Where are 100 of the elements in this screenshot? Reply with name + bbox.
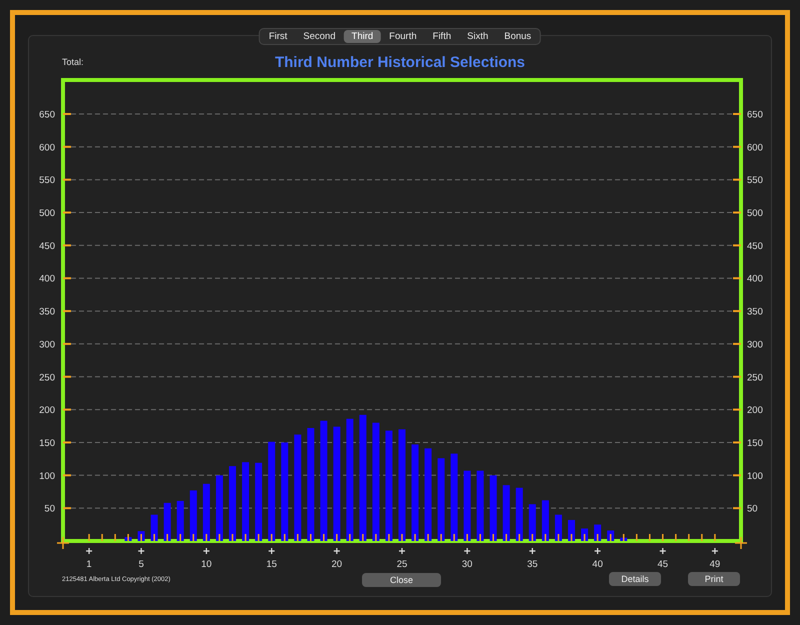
plus-tick-icon	[594, 547, 602, 555]
tick-mark	[532, 534, 534, 541]
action-button[interactable]: Print	[688, 572, 740, 586]
tick-mark	[479, 534, 481, 541]
tick-mark	[518, 534, 520, 541]
tick-mark	[596, 534, 598, 541]
tick-mark	[733, 507, 741, 510]
tick-mark	[662, 534, 664, 541]
tick-mark	[232, 534, 234, 541]
tick-mark	[63, 113, 71, 115]
corner-cross-icon	[56, 536, 70, 550]
plus-tick-icon	[398, 547, 406, 555]
tab[interactable]: Third	[344, 30, 382, 43]
tick-mark	[733, 244, 741, 246]
y-axis-label: 450	[747, 240, 763, 252]
tick-mark	[270, 534, 272, 541]
tick-mark	[63, 146, 71, 148]
tab[interactable]: First	[260, 30, 296, 43]
y-axis-label: 350	[39, 306, 55, 318]
tick-mark	[63, 178, 71, 181]
bar	[202, 484, 210, 541]
tick-mark	[427, 534, 429, 541]
x-axis-label: 20	[332, 559, 342, 568]
corner-cross-icon	[734, 536, 748, 550]
tick-mark	[506, 534, 508, 541]
tick-mark	[675, 534, 677, 541]
tick-mark	[466, 534, 468, 541]
y-axis-label: 350	[747, 306, 763, 318]
bar	[542, 500, 549, 541]
tick-mark	[570, 534, 572, 541]
y-axis-label: 100	[39, 470, 55, 482]
y-axis-label: 600	[747, 142, 763, 154]
tick-mark	[558, 534, 560, 541]
tab[interactable]: Second	[295, 30, 344, 43]
x-axis-label: 45	[657, 559, 668, 568]
tick-mark	[63, 212, 71, 214]
tick-mark	[733, 277, 741, 280]
tick-mark	[375, 534, 377, 541]
bar	[502, 485, 510, 541]
bar	[568, 520, 575, 541]
tick-mark	[544, 534, 546, 541]
y-axis-label: 200	[39, 405, 55, 416]
tick-mark	[388, 534, 390, 541]
tick-mark	[733, 178, 741, 181]
tab[interactable]: Fourth	[381, 30, 425, 43]
y-axis-label: 150	[39, 438, 55, 449]
tick-mark	[440, 534, 442, 541]
bar	[516, 488, 523, 541]
chart-title: Third Number Historical Selections	[274, 54, 526, 70]
tick-mark	[218, 534, 220, 541]
tick-mark	[180, 534, 182, 541]
tick-mark	[733, 342, 741, 345]
tick-mark	[733, 212, 741, 214]
x-axis-label: 35	[527, 559, 538, 568]
tab[interactable]: Bonus	[496, 30, 540, 43]
tab[interactable]: Sixth	[459, 30, 496, 43]
bar	[528, 504, 536, 541]
y-axis-label: 100	[747, 470, 763, 482]
y-axis-label: 600	[39, 142, 55, 154]
tick-mark	[206, 534, 208, 541]
tick-mark	[362, 534, 364, 541]
x-axis-label: 15	[266, 559, 277, 568]
y-axis-label: 250	[747, 372, 763, 384]
bar	[164, 502, 171, 541]
x-axis-label: 25	[396, 559, 408, 568]
y-axis-label: 150	[747, 438, 763, 449]
tick-mark	[453, 534, 455, 541]
tick-mark	[154, 534, 156, 541]
y-axis-label: 550	[39, 175, 55, 186]
tick-mark	[63, 277, 71, 280]
tab[interactable]: Fifth	[424, 30, 460, 43]
tick-mark	[733, 441, 741, 444]
tick-mark	[166, 534, 168, 541]
tick-mark	[323, 534, 325, 541]
tick-mark	[733, 113, 741, 115]
close-button[interactable]: Close	[362, 573, 441, 587]
tick-mark	[114, 534, 116, 541]
plus-tick-icon	[333, 547, 340, 555]
y-axis-label: 650	[39, 110, 55, 120]
bar	[476, 470, 484, 541]
plus-tick-icon	[464, 547, 471, 555]
y-axis-label: 500	[39, 208, 55, 220]
tick-mark	[296, 534, 298, 541]
total-label: Total:	[62, 57, 85, 67]
plus-tick-icon	[85, 547, 93, 555]
plus-tick-icon	[202, 547, 210, 555]
tick-mark	[584, 534, 586, 541]
bar	[216, 475, 223, 541]
action-button[interactable]: Details	[609, 572, 661, 586]
tick-mark	[714, 534, 716, 541]
tick-mark	[622, 534, 624, 541]
tick-mark	[733, 310, 741, 312]
plus-tick-icon	[528, 547, 536, 555]
tick-mark	[127, 534, 129, 541]
tick-mark	[63, 244, 71, 246]
x-axis-label: 5	[138, 559, 144, 568]
tick-mark	[401, 534, 403, 541]
bar	[620, 538, 628, 541]
tick-mark	[63, 441, 71, 444]
tick-mark	[63, 474, 71, 476]
